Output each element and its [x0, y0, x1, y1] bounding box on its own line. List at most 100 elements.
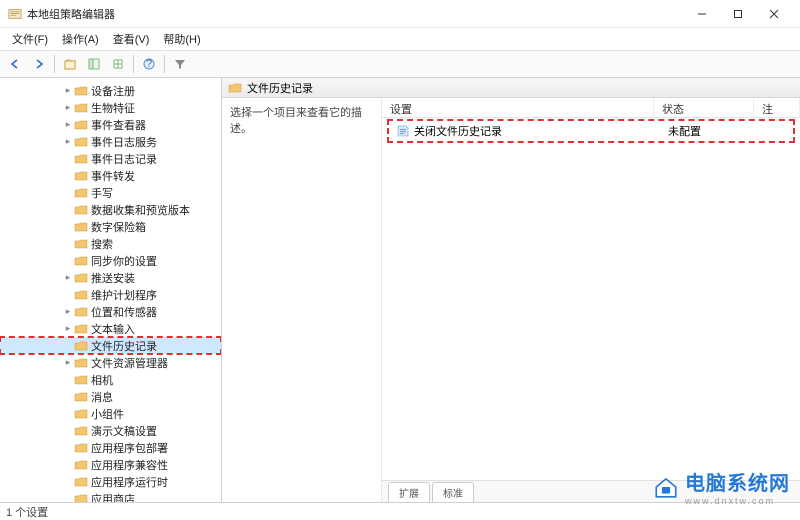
tree-item[interactable]: 小组件 — [0, 405, 221, 422]
tree-item[interactable]: 手写 — [0, 184, 221, 201]
tree-item[interactable]: ▸生物特征 — [0, 99, 221, 116]
folder-icon — [74, 102, 88, 114]
menu-view[interactable]: 查看(V) — [107, 29, 156, 49]
tree-item[interactable]: 文件历史记录 — [0, 337, 221, 354]
menu-help[interactable]: 帮助(H) — [157, 29, 206, 49]
tree-item[interactable]: ▸ 文件资源管理器 — [0, 354, 221, 371]
folder-icon — [74, 238, 88, 250]
statusbar: 1 个设置 — [0, 502, 800, 520]
setting-state: 未配置 — [660, 123, 760, 139]
folder-icon — [74, 323, 88, 335]
tree-item-label: 同步你的设置 — [91, 253, 157, 269]
app-icon — [8, 7, 22, 21]
folder-icon — [74, 425, 88, 437]
tree-item[interactable]: 消息 — [0, 388, 221, 405]
show-hide-button[interactable] — [83, 53, 105, 75]
tree-item[interactable]: 数字保险箱 — [0, 218, 221, 235]
folder-icon — [74, 170, 88, 182]
tree-item[interactable]: 演示文稿设置 — [0, 422, 221, 439]
up-button[interactable] — [59, 53, 81, 75]
tree-item[interactable]: ▸ 文本输入 — [0, 320, 221, 337]
tree-item[interactable]: 同步你的设置 — [0, 252, 221, 269]
folder-icon — [74, 187, 88, 199]
folder-icon — [74, 272, 88, 284]
folder-icon — [228, 82, 242, 94]
tree-item[interactable]: 应用程序包部署 — [0, 439, 221, 456]
tree-item[interactable]: 维护计划程序 — [0, 286, 221, 303]
separator — [54, 55, 55, 73]
settings-list: 设置 状态 注 关闭文件历史记录 未配置 扩展 标准 — [382, 98, 800, 502]
tree-item[interactable]: 数据收集和预览版本 — [0, 201, 221, 218]
tree-item[interactable]: 事件日志记录 — [0, 150, 221, 167]
tree-item-label: 应用程序运行时 — [91, 474, 168, 490]
tree-item-label: 应用商店 — [91, 491, 135, 503]
folder-icon — [74, 408, 88, 420]
folder-icon — [74, 357, 88, 369]
tree-item-label: 文本输入 — [91, 321, 135, 337]
tree-item-label: 设备注册 — [91, 83, 135, 99]
folder-icon — [74, 459, 88, 471]
col-comment[interactable]: 注 — [754, 98, 800, 117]
tree-pane[interactable]: ▸设备注册▸生物特征▸事件查看器▸事件日志服务事件日志记录事件转发手写数据收集和… — [0, 78, 222, 502]
tree-item[interactable]: 搜索 — [0, 235, 221, 252]
maximize-button[interactable] — [720, 0, 756, 28]
tree-item-label: 维护计划程序 — [91, 287, 157, 303]
tree-item[interactable]: 应用程序运行时 — [0, 473, 221, 490]
folder-icon — [74, 340, 88, 352]
tree-item[interactable]: ▸ 设备注册 — [0, 82, 221, 99]
details-pane: 文件历史记录 选择一个项目来查看它的描述。 设置 状态 注 关闭文件历史记录 — [222, 78, 800, 502]
description-hint: 选择一个项目来查看它的描述。 — [230, 104, 373, 136]
status-text: 1 个设置 — [6, 504, 48, 520]
tree-item[interactable]: ▸推送安装 — [0, 269, 221, 286]
close-button[interactable] — [756, 0, 792, 28]
tree-item[interactable]: 事件转发 — [0, 167, 221, 184]
tree-item[interactable]: ▸ 事件查看器 — [0, 116, 221, 133]
menu-file[interactable]: 文件(F) — [6, 29, 54, 49]
svg-text:?: ? — [146, 58, 152, 70]
folder-icon — [74, 374, 88, 386]
tree-item-label: 事件查看器 — [91, 117, 146, 133]
col-setting[interactable]: 设置 — [382, 98, 654, 117]
tree-item-label: 搜索 — [91, 236, 113, 252]
expand-icon[interactable]: ▸ — [62, 323, 74, 334]
tab-extended[interactable]: 扩展 — [388, 482, 430, 502]
setting-row[interactable]: 关闭文件历史记录 未配置 — [388, 120, 794, 142]
expand-icon[interactable]: ▸ — [62, 136, 74, 147]
tree-item-label: 事件转发 — [91, 168, 135, 184]
tree-item-label: 应用程序包部署 — [91, 440, 168, 456]
folder-icon — [74, 476, 88, 488]
tree-item[interactable]: ▸位置和传感器 — [0, 303, 221, 320]
details-title: 文件历史记录 — [247, 80, 313, 96]
tree-item-label: 小组件 — [91, 406, 124, 422]
tree-item[interactable]: ▸事件日志服务 — [0, 133, 221, 150]
expand-icon[interactable]: ▸ — [62, 119, 74, 130]
tab-standard[interactable]: 标准 — [432, 482, 474, 502]
tree-item[interactable]: 相机 — [0, 371, 221, 388]
help-button[interactable]: ? — [138, 53, 160, 75]
expand-icon[interactable]: ▸ — [62, 102, 74, 113]
expand-icon[interactable]: ▸ — [62, 306, 74, 317]
tree-item[interactable]: 应用程序兼容性 — [0, 456, 221, 473]
content-area: ▸设备注册▸生物特征▸事件查看器▸事件日志服务事件日志记录事件转发手写数据收集和… — [0, 78, 800, 502]
titlebar: 本地组策略编辑器 — [0, 0, 800, 28]
forward-button[interactable] — [28, 53, 50, 75]
minimize-button[interactable] — [684, 0, 720, 28]
tree-item-label: 应用程序兼容性 — [91, 457, 168, 473]
folder-icon — [74, 306, 88, 318]
tree-item-label: 文件资源管理器 — [91, 355, 168, 371]
expand-icon[interactable]: ▸ — [62, 85, 74, 96]
tree-item[interactable]: 应用商店 — [0, 490, 221, 502]
toolbar: ? — [0, 50, 800, 78]
expand-icon[interactable]: ▸ — [62, 357, 74, 368]
folder-icon — [74, 136, 88, 148]
export-button[interactable] — [107, 53, 129, 75]
folder-icon — [74, 119, 88, 131]
tree-item-label: 事件日志记录 — [91, 151, 157, 167]
menu-action[interactable]: 操作(A) — [56, 29, 105, 49]
expand-icon[interactable]: ▸ — [62, 272, 74, 283]
col-state[interactable]: 状态 — [654, 98, 754, 117]
setting-name: 关闭文件历史记录 — [414, 123, 502, 139]
back-button[interactable] — [4, 53, 26, 75]
settings-rows: 关闭文件历史记录 未配置 — [382, 118, 800, 480]
filter-button[interactable] — [169, 53, 191, 75]
